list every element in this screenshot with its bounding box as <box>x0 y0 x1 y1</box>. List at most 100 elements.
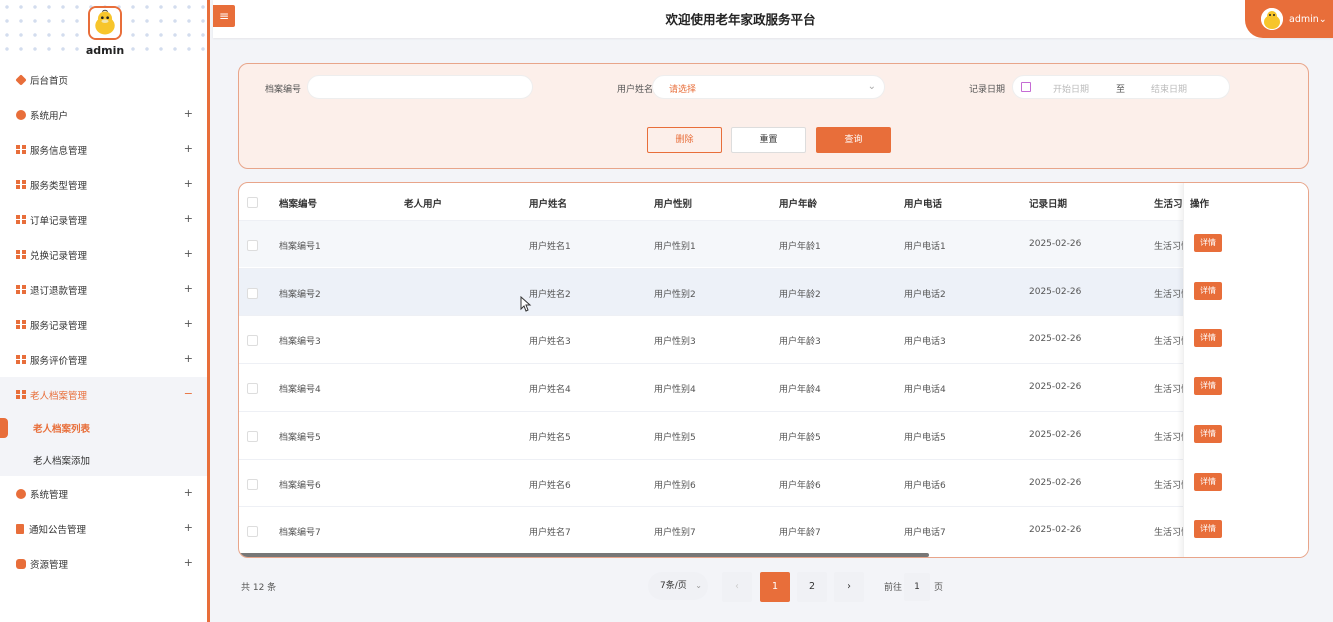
sidebar-item-system-users[interactable]: 系统用户 + <box>0 97 207 132</box>
horizontal-scrollbar[interactable] <box>239 553 929 557</box>
table-cell: 用户性别6 <box>654 480 696 491</box>
table-cell: 用户性别4 <box>654 385 696 396</box>
total-count: 共 12 条 <box>241 583 277 593</box>
date-start-input[interactable]: 开始日期 <box>1053 82 1089 95</box>
sidebar-item-service-records[interactable]: 服务记录管理 + <box>0 307 207 342</box>
table-cell: 用户电话1 <box>904 242 946 252</box>
table-row[interactable]: 档案编号5 用户姓名5 用户性别5 用户年龄5 用户电话5 2025-02-26 生活习惯 <box>239 410 1308 458</box>
sidebar-subitem-archive-add[interactable]: 老人档案添加 <box>0 444 207 476</box>
active-indicator <box>0 418 8 438</box>
sidebar-item-elder-archives[interactable]: 老人档案管理 − <box>0 377 207 412</box>
mouse-cursor-icon <box>520 296 532 312</box>
column-header[interactable]: 生活习 <box>1154 196 1183 210</box>
row-checkbox[interactable] <box>247 526 258 538</box>
expand-icon: + <box>183 352 193 365</box>
sidebar-item-notices[interactable]: 通知公告管理 + <box>0 511 207 546</box>
table-cell: 用户性别5 <box>654 432 696 443</box>
table-cell: 用户年龄3 <box>779 337 821 348</box>
row-checkbox[interactable] <box>247 287 258 299</box>
detail-button[interactable]: 详情 <box>1194 472 1222 491</box>
user-name-select[interactable]: 请选择 ⌄ <box>652 75 885 99</box>
date-separator: 至 <box>1116 85 1126 95</box>
query-button[interactable]: 查询 <box>816 127 891 153</box>
sidebar-item-label: 系统管理 <box>30 489 69 501</box>
sidebar-item-system-management[interactable]: 系统管理 + <box>0 476 207 511</box>
column-header[interactable]: 用户年龄 <box>779 196 817 210</box>
table-row[interactable]: 档案编号4 用户姓名4 用户性别4 用户年龄4 用户电话4 2025-02-26 生活习惯 <box>239 363 1308 410</box>
table-cell: 用户年龄2 <box>779 289 821 300</box>
row-checkbox[interactable] <box>247 430 258 442</box>
detail-button[interactable]: 详情 <box>1194 520 1222 539</box>
duck-avatar-icon <box>1261 8 1283 30</box>
sidebar-item-order-records[interactable]: 订单记录管理 + <box>0 202 207 237</box>
row-checkbox[interactable] <box>247 335 258 347</box>
row-checkbox[interactable] <box>247 240 258 251</box>
expand-icon: + <box>183 177 193 190</box>
record-date-range[interactable]: 开始日期 至 结束日期 <box>1012 75 1230 99</box>
table-cell: 用户电话2 <box>904 289 946 300</box>
table-cell: 档案编号6 <box>279 480 321 491</box>
detail-button[interactable]: 详情 <box>1194 281 1222 300</box>
sidebar-subitem-archive-list[interactable]: 老人档案列表 <box>0 412 207 444</box>
next-page-button[interactable]: › <box>834 572 864 602</box>
expand-icon: + <box>183 282 193 295</box>
table-cell: 用户性别1 <box>654 242 696 252</box>
duck-avatar-icon <box>88 6 122 40</box>
goto-page-input[interactable]: 1 <box>904 573 930 601</box>
archive-no-input[interactable] <box>307 75 533 99</box>
archive-no-label: 档案编号 <box>265 85 302 95</box>
column-header[interactable]: 记录日期 <box>1029 196 1067 210</box>
user-menu[interactable]: admin ⌄ <box>1245 0 1333 38</box>
detail-button[interactable]: 详情 <box>1194 329 1222 348</box>
sidebar-item-service-info[interactable]: 服务信息管理 + <box>0 132 207 167</box>
column-header[interactable]: 用户性别 <box>654 196 692 210</box>
sidebar-item-service-reviews[interactable]: 服务评价管理 + <box>0 342 207 377</box>
page-2-button[interactable]: 2 <box>797 572 827 602</box>
grid-icon <box>16 319 26 330</box>
column-header[interactable]: 老人用户 <box>404 196 442 210</box>
expand-icon: + <box>183 247 193 260</box>
table-row[interactable]: 档案编号7 用户姓名7 用户性别7 用户年龄7 用户电话7 2025-02-26 生活习惯 <box>239 506 1308 553</box>
table-cell: 档案编号3 <box>279 337 321 348</box>
table-row[interactable]: 档案编号1 用户姓名1 用户性别1 用户年龄1 用户电话1 2025-02-26 生活习惯 <box>239 220 1308 267</box>
row-checkbox[interactable] <box>247 478 258 490</box>
page-1-button[interactable]: 1 <box>760 572 790 602</box>
sidebar-item-service-type[interactable]: 服务类型管理 + <box>0 167 207 202</box>
select-all-checkbox[interactable] <box>247 197 258 208</box>
prev-page-button[interactable]: ‹ <box>722 572 752 602</box>
admin-name: admin <box>85 44 125 57</box>
user-name-select-placeholder: 请选择 <box>669 85 697 95</box>
table-cell: 用户电话7 <box>904 528 946 539</box>
delete-button[interactable]: 删除 <box>647 127 722 153</box>
sidebar-item-resources[interactable]: 资源管理 + <box>0 546 207 581</box>
grid-icon <box>16 284 26 295</box>
page-size-select[interactable]: 7条/页 ⌄ <box>648 572 708 600</box>
detail-button[interactable]: 详情 <box>1194 234 1222 252</box>
table-row[interactable]: 档案编号2 用户姓名2 用户性别2 用户年龄2 用户电话2 2025-02-26 生活习惯 <box>239 267 1308 315</box>
sidebar-item-exchange-records[interactable]: 兑换记录管理 + <box>0 237 207 272</box>
sidebar-item-label: 后台首页 <box>30 75 69 87</box>
table-cell: 用户电话4 <box>904 385 946 396</box>
table-cell: 2025-02-26 <box>1029 239 1082 249</box>
detail-button[interactable]: 详情 <box>1194 377 1222 396</box>
row-checkbox[interactable] <box>247 383 258 395</box>
table-cell: 2025-02-26 <box>1029 382 1082 393</box>
sidebar-item-label: 服务评价管理 <box>30 355 88 367</box>
sidebar-item-refunds[interactable]: 退订退款管理 + <box>0 272 207 307</box>
date-end-input[interactable]: 结束日期 <box>1151 82 1187 95</box>
column-header[interactable]: 用户姓名 <box>529 196 567 210</box>
column-header[interactable]: 档案编号 <box>279 196 317 210</box>
table-cell: 用户姓名2 <box>529 289 571 300</box>
sidebar-item-home[interactable]: 后台首页 <box>0 62 207 97</box>
sidebar-item-label: 通知公告管理 <box>29 524 87 536</box>
table-cell: 用户姓名6 <box>529 480 571 491</box>
column-header[interactable]: 用户电话 <box>904 196 942 210</box>
record-date-label: 记录日期 <box>969 85 1006 95</box>
table-row[interactable]: 档案编号3 用户姓名3 用户性别3 用户年龄3 用户电话3 2025-02-26 生活习惯 <box>239 315 1308 362</box>
detail-button[interactable]: 详情 <box>1194 424 1222 443</box>
reset-button[interactable]: 重置 <box>731 127 806 153</box>
table-cell: 用户姓名5 <box>529 432 571 443</box>
table-row[interactable]: 档案编号6 用户姓名6 用户性别6 用户年龄6 用户电话6 2025-02-26 生活习惯 <box>239 458 1308 506</box>
table-cell: 用户年龄4 <box>779 385 821 396</box>
goto-label: 前往 <box>884 583 903 593</box>
